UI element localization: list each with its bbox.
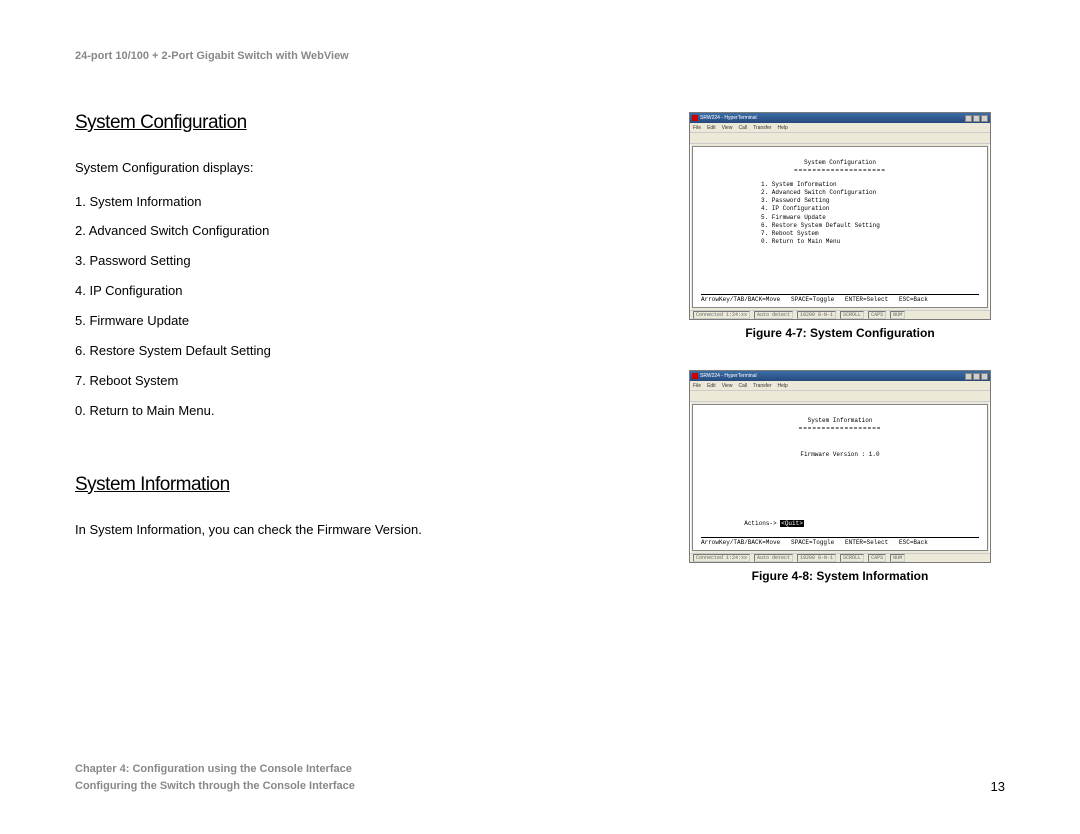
menu-item[interactable]: Call (738, 125, 747, 131)
terminal-menu-item: 3. Password Setting (761, 197, 979, 205)
terminal-menu-item: 0. Return to Main Menu (761, 238, 979, 246)
maximize-icon[interactable] (973, 373, 980, 380)
close-icon[interactable] (981, 115, 988, 122)
menu-item[interactable]: View (722, 125, 733, 131)
action-quit[interactable]: <Quit> (780, 520, 804, 527)
section2-body: In System Information, you can check the… (75, 516, 615, 545)
list-item: 7. Reboot System (75, 366, 615, 396)
status-cell: 19200 8-N-1 (797, 554, 836, 562)
status-cell: NUM (890, 554, 905, 562)
menu-item[interactable]: Help (778, 383, 788, 389)
figure-caption: Figure 4-7: System Configuration (745, 326, 934, 340)
app-icon (692, 115, 698, 121)
menu-item[interactable]: Edit (707, 125, 716, 131)
list-item: 0. Return to Main Menu. (75, 396, 615, 426)
terminal-menu-list: 1. System Information 2. Advanced Switch… (761, 181, 979, 246)
list-item: 6. Restore System Default Setting (75, 336, 615, 366)
page: 24-port 10/100 + 2-Port Gigabit Switch w… (0, 0, 1080, 834)
menu-item[interactable]: Transfer (753, 125, 771, 131)
content-row: System Configuration System Configuratio… (75, 112, 1005, 613)
terminal-action-line: Actions-> <Quit> (701, 512, 804, 536)
right-column: SRW224 - HyperTerminal File Edit View Ca… (675, 112, 1005, 613)
window-controls (965, 115, 988, 122)
terminal-heading-underline: ==================== (701, 167, 979, 175)
page-footer: Chapter 4: Configuration using the Conso… (75, 761, 1005, 794)
action-label: Actions-> (744, 520, 780, 527)
footer-chapter: Chapter 4: Configuration using the Conso… (75, 761, 355, 778)
terminal-toolbar (690, 132, 990, 144)
minimize-icon[interactable] (965, 115, 972, 122)
status-cell: Auto detect (754, 554, 793, 562)
app-icon (692, 373, 698, 379)
menu-item[interactable]: File (693, 125, 701, 131)
terminal-hint: ArrowKey/TAB/BACK=Move SPACE=Toggle ENTE… (701, 294, 979, 304)
window-controls (965, 373, 988, 380)
menu-item[interactable]: File (693, 383, 701, 389)
terminal-titlebar: SRW224 - HyperTerminal (690, 371, 990, 381)
terminal-heading: System Configuration (701, 159, 979, 167)
status-cell: 19200 8-N-1 (797, 311, 836, 319)
left-column: System Configuration System Configuratio… (75, 112, 615, 613)
figure-caption: Figure 4-8: System Information (752, 569, 929, 583)
terminal-menu-item: 4. IP Configuration (761, 205, 979, 213)
section-title-system-configuration: System Configuration (75, 112, 615, 134)
terminal-body: System Configuration ===================… (692, 146, 988, 308)
status-cell: SCROLL (840, 311, 864, 319)
status-cell: CAPS (868, 554, 886, 562)
minimize-icon[interactable] (965, 373, 972, 380)
terminal-statusbar: Connected 1:24:xx Auto detect 19200 8-N-… (690, 310, 990, 319)
terminal-menu-item: 1. System Information (761, 181, 979, 189)
terminal-body: System Information ================== Fi… (692, 404, 988, 551)
firmware-version-line: Firmware Version : 1.0 (701, 451, 979, 459)
terminal-statusbar: Connected 1:24:xx Auto detect 19200 8-N-… (690, 553, 990, 562)
status-cell: SCROLL (840, 554, 864, 562)
terminal-menu-item: 6. Restore System Default Setting (761, 222, 979, 230)
menu-item[interactable]: Help (778, 125, 788, 131)
menu-item[interactable]: Transfer (753, 383, 771, 389)
terminal-menubar: File Edit View Call Transfer Help (690, 381, 990, 390)
terminal-toolbar (690, 390, 990, 402)
footer-left: Chapter 4: Configuration using the Conso… (75, 761, 355, 794)
status-cell: CAPS (868, 311, 886, 319)
terminal-hint: ArrowKey/TAB/BACK=Move SPACE=Toggle ENTE… (701, 537, 979, 547)
section-title-system-information: System Information (75, 474, 615, 496)
status-cell: NUM (890, 311, 905, 319)
list-item: 5. Firmware Update (75, 306, 615, 336)
menu-item[interactable]: Call (738, 383, 747, 389)
page-number: 13 (991, 779, 1005, 794)
terminal-menu-item: 5. Firmware Update (761, 214, 979, 222)
section1-intro: System Configuration displays: (75, 154, 615, 183)
doc-header: 24-port 10/100 + 2-Port Gigabit Switch w… (75, 50, 1005, 62)
close-icon[interactable] (981, 373, 988, 380)
status-cell: Auto detect (754, 311, 793, 319)
figure-4-8-window: SRW224 - HyperTerminal File Edit View Ca… (689, 370, 991, 563)
status-cell: Connected 1:24:xx (693, 554, 750, 562)
list-item: 2. Advanced Switch Configuration (75, 216, 615, 246)
terminal-menubar: File Edit View Call Transfer Help (690, 123, 990, 132)
status-cell: Connected 1:24:xx (693, 311, 750, 319)
menu-item[interactable]: Edit (707, 383, 716, 389)
footer-subtitle: Configuring the Switch through the Conso… (75, 778, 355, 795)
menu-item[interactable]: View (722, 383, 733, 389)
terminal-heading: System Information (701, 417, 979, 425)
window-title: SRW224 - HyperTerminal (700, 115, 757, 121)
terminal-menu-item: 7. Reboot System (761, 230, 979, 238)
list-item: 4. IP Configuration (75, 276, 615, 306)
window-title: SRW224 - HyperTerminal (700, 373, 757, 379)
maximize-icon[interactable] (973, 115, 980, 122)
terminal-titlebar: SRW224 - HyperTerminal (690, 113, 990, 123)
figure-4-7-window: SRW224 - HyperTerminal File Edit View Ca… (689, 112, 991, 320)
list-item: 1. System Information (75, 187, 615, 217)
terminal-menu-item: 2. Advanced Switch Configuration (761, 189, 979, 197)
terminal-heading-underline: ================== (701, 425, 979, 433)
list-item: 3. Password Setting (75, 246, 615, 276)
